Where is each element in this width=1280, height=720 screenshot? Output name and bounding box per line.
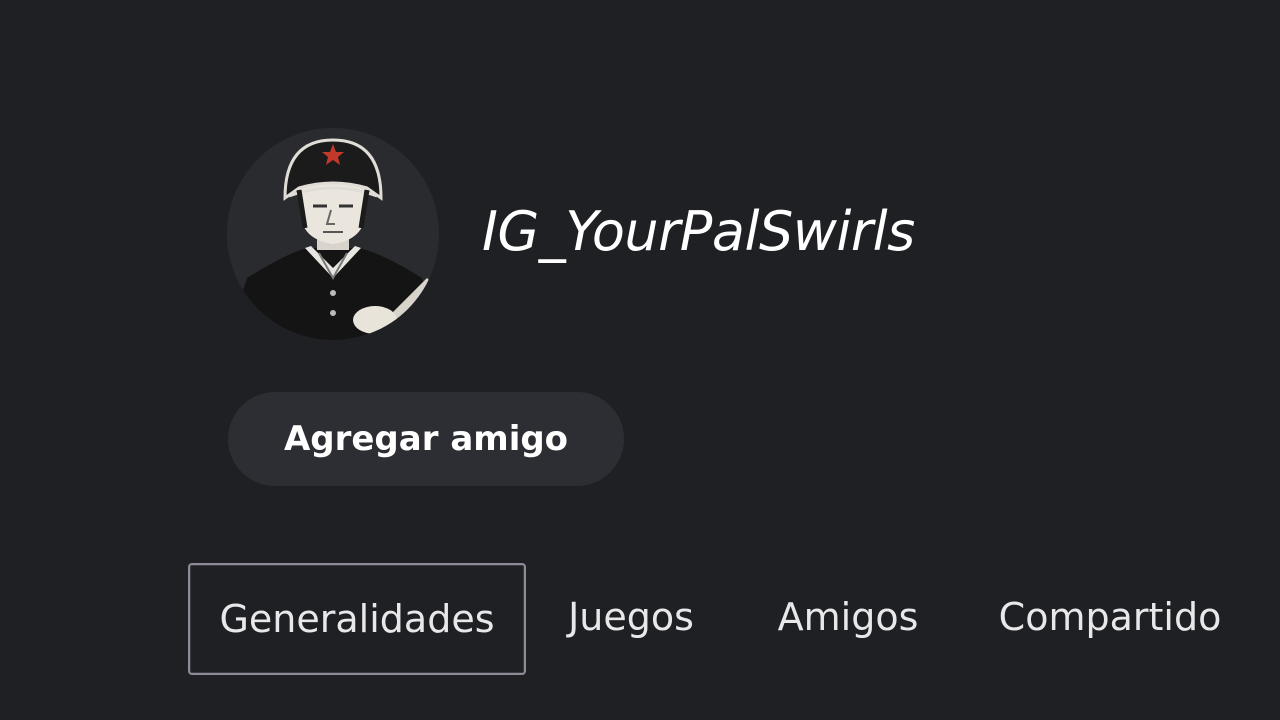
soldier-avatar-icon — [227, 128, 439, 340]
tab-compartido[interactable]: Compartido — [992, 563, 1228, 671]
profile-username: IG_YourPalSwirls — [482, 200, 915, 263]
add-friend-button[interactable]: Agregar amigo — [228, 392, 624, 486]
tab-amigos[interactable]: Amigos — [766, 563, 930, 671]
tab-generalidades[interactable]: Generalidades — [188, 563, 526, 675]
tab-juegos[interactable]: Juegos — [556, 563, 706, 671]
profile-page: IG_YourPalSwirls Agregar amigo Generalid… — [0, 0, 1280, 720]
avatar[interactable] — [227, 128, 439, 340]
